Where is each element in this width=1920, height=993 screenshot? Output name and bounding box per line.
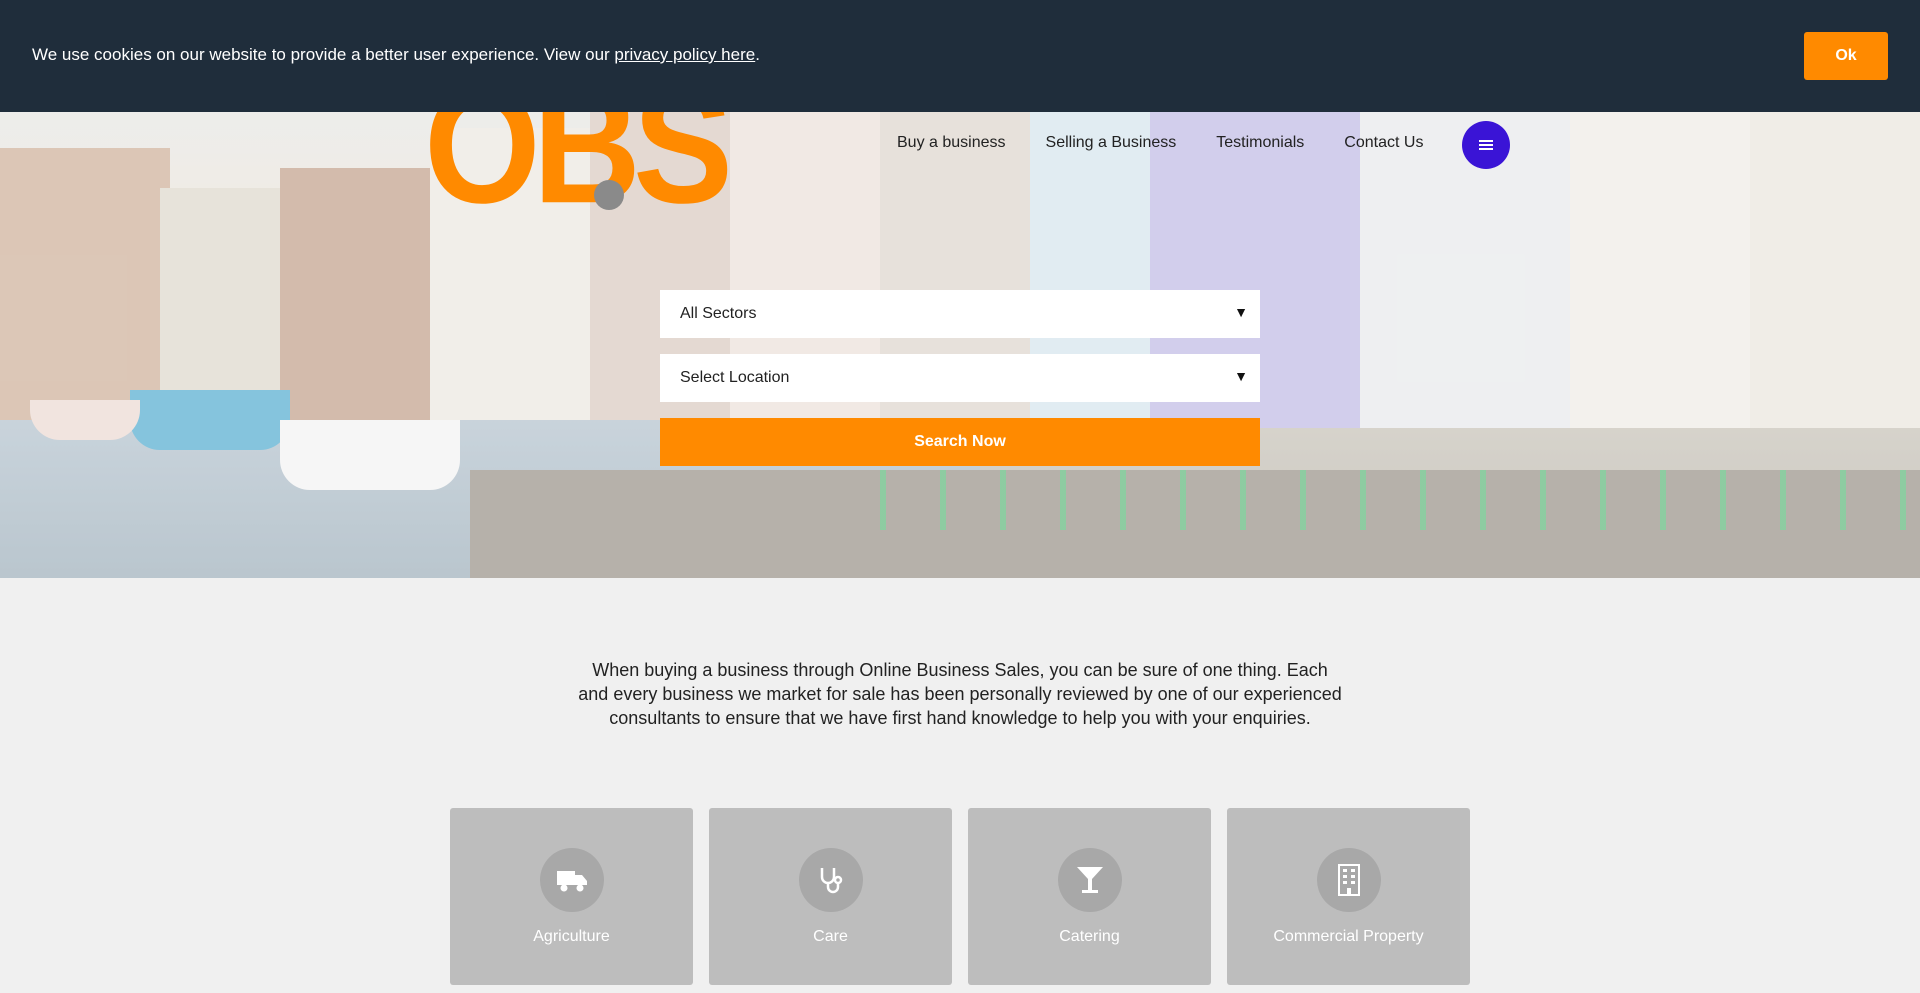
- cookie-message-text: We use cookies on our website to provide…: [32, 45, 615, 64]
- sector-card-care[interactable]: Care: [709, 808, 952, 985]
- card-icon-circle: [1058, 848, 1122, 912]
- sector-label: Care: [813, 928, 848, 945]
- sector-select[interactable]: All Sectors ▼: [660, 290, 1260, 338]
- sector-select-value: All Sectors: [680, 305, 757, 322]
- intro-text: When buying a business through Online Bu…: [578, 660, 1342, 728]
- logo-dot: [594, 180, 624, 210]
- nav-selling-a-business[interactable]: Selling a Business: [1046, 134, 1177, 158]
- card-icon-circle: [540, 848, 604, 912]
- stethoscope-icon: [820, 868, 843, 894]
- cookie-message: We use cookies on our website to provide…: [32, 45, 760, 65]
- sector-cards: Agriculture Care Catering Commercial Pro…: [450, 808, 1470, 985]
- privacy-policy-link[interactable]: privacy policy here: [614, 45, 755, 64]
- cookie-ok-button[interactable]: Ok: [1804, 32, 1888, 80]
- nav-testimonials[interactable]: Testimonials: [1216, 134, 1304, 158]
- cookie-banner: We use cookies on our website to provide…: [0, 0, 1920, 112]
- sector-card-commercial-property[interactable]: Commercial Property: [1227, 808, 1470, 985]
- cocktail-glass-icon: [1077, 867, 1103, 893]
- nav-buy-a-business[interactable]: Buy a business: [897, 134, 1006, 158]
- sector-label: Commercial Property: [1273, 928, 1424, 945]
- building-icon: [1338, 864, 1360, 896]
- hamburger-icon: [1479, 140, 1493, 150]
- sector-label: Catering: [1059, 928, 1120, 945]
- card-icon-circle: [1317, 848, 1381, 912]
- location-select[interactable]: Select Location ▼: [660, 354, 1260, 402]
- sector-card-catering[interactable]: Catering: [968, 808, 1211, 985]
- menu-button[interactable]: [1462, 121, 1510, 169]
- truck-icon: [557, 871, 587, 892]
- nav-contact-us[interactable]: Contact Us: [1344, 134, 1423, 158]
- sector-label: Agriculture: [533, 928, 610, 945]
- search-form: All Sectors ▼ Select Location ▼ Search N…: [660, 290, 1260, 466]
- cookie-message-suffix: .: [755, 45, 760, 64]
- main-nav: Buy a business Selling a Business Testim…: [897, 134, 1463, 158]
- caret-down-icon: ▼: [1234, 304, 1248, 320]
- location-select-value: Select Location: [680, 369, 790, 386]
- sector-card-agriculture[interactable]: Agriculture: [450, 808, 693, 985]
- caret-down-icon: ▼: [1234, 368, 1248, 384]
- search-now-button[interactable]: Search Now: [660, 418, 1260, 466]
- card-icon-circle: [799, 848, 863, 912]
